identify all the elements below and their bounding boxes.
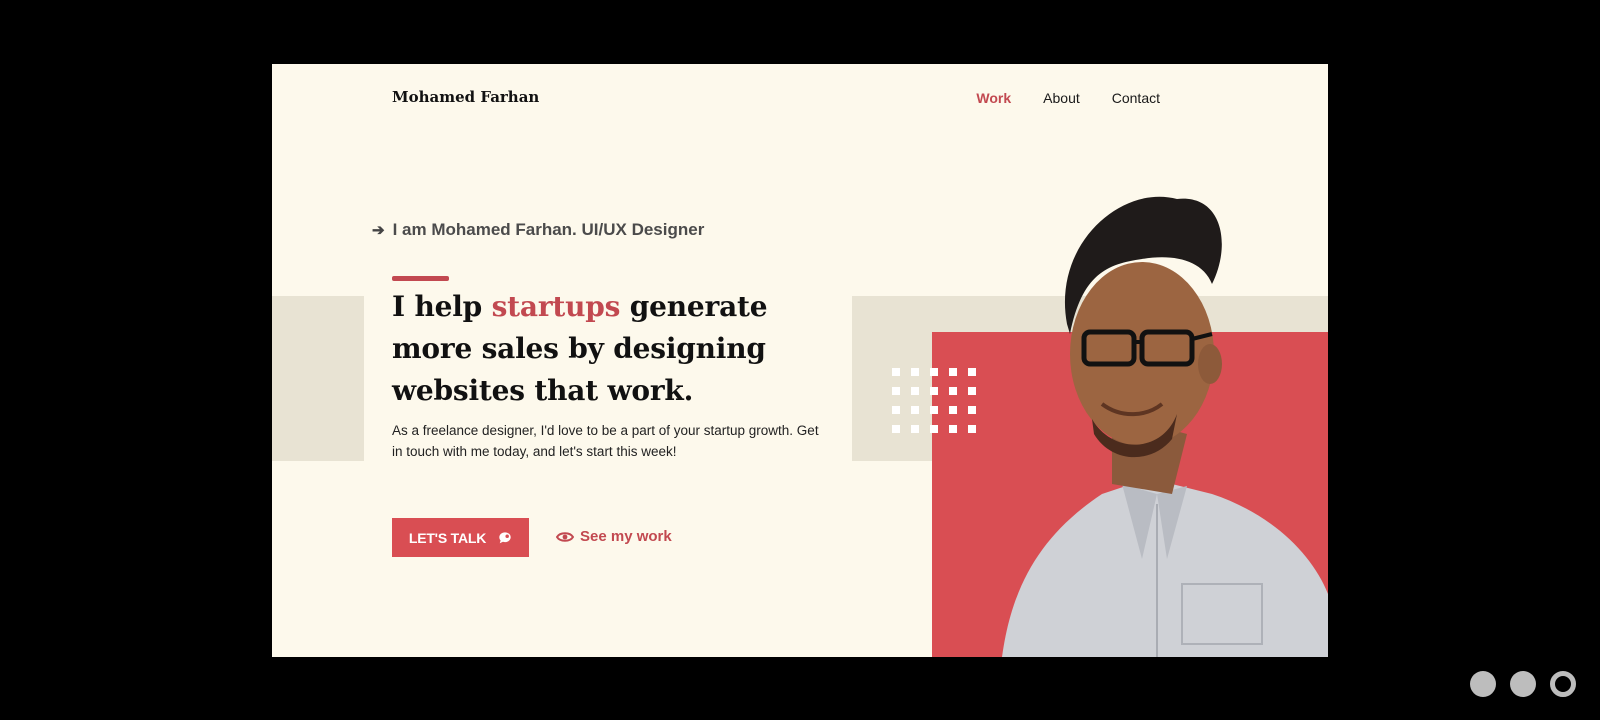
lets-talk-button[interactable]: LET'S TALK <box>392 518 529 557</box>
nav-about-link[interactable]: About <box>1043 90 1080 106</box>
nav-contact-link[interactable]: Contact <box>1112 90 1160 106</box>
eyebrow-text: I am Mohamed Farhan. UI/UX Designer <box>392 220 705 239</box>
headline-highlight: startups <box>491 290 621 323</box>
lets-talk-label: LET'S TALK <box>408 529 487 546</box>
carousel-pager <box>1470 671 1576 697</box>
nav-work-link[interactable]: Work <box>976 90 1011 106</box>
see-my-work-label: See my work <box>580 528 672 545</box>
hero-headline: I help startups generate more sales by d… <box>392 286 832 412</box>
see-my-work-link[interactable]: See my work <box>556 528 672 545</box>
top-nav: Work About Contact <box>944 90 1160 106</box>
chat-bubble-icon <box>499 531 511 543</box>
pager-dot[interactable] <box>1470 671 1496 697</box>
dot-grid-decoration <box>892 368 976 433</box>
pager-dot-active[interactable] <box>1550 671 1576 697</box>
arrow-right-icon: ➔ <box>372 222 385 239</box>
decorative-band-left <box>272 296 364 461</box>
headline-pre: I help <box>392 290 492 323</box>
eye-icon <box>556 531 574 542</box>
headline-accent-bar <box>392 276 449 281</box>
pager-dot[interactable] <box>1510 671 1536 697</box>
hero-description: As a freelance designer, I'd love to be … <box>392 423 819 459</box>
hero-eyebrow: ➔ I am Mohamed Farhan. UI/UX Designer <box>372 220 704 240</box>
portrait-photo <box>1002 196 1328 657</box>
landing-page: Mohamed Farhan Work About Contact ➔ I am… <box>272 64 1328 657</box>
brand-name[interactable]: Mohamed Farhan <box>392 88 539 106</box>
